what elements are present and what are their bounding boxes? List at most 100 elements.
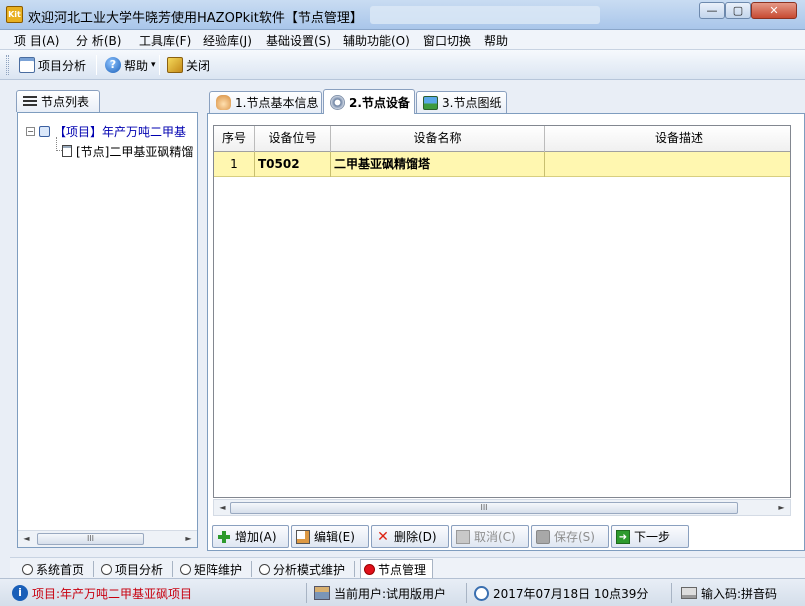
radio-icon [259, 563, 270, 575]
tree-root-item[interactable]: − 【项目】年产万吨二甲基 [26, 122, 186, 140]
wtab-node-management[interactable]: 节点管理 [360, 559, 434, 579]
cell-index[interactable]: 1 [214, 152, 255, 177]
radio-icon [22, 563, 33, 575]
cell-description[interactable] [545, 152, 790, 177]
close-door-icon [167, 57, 183, 73]
edit-button[interactable]: 编辑(E) [291, 525, 369, 548]
column-header-tag[interactable]: 设备位号 [255, 126, 331, 152]
collapse-icon[interactable]: − [26, 126, 35, 136]
wtab-separator [172, 561, 173, 577]
list-icon [23, 95, 37, 108]
node-tree-panel: − 【项目】年产万吨二甲基 [节点]二甲基亚砜精馏 ◄ III ► [17, 112, 198, 548]
node-list-label: 节点列表 [41, 95, 90, 109]
tab-node-drawings[interactable]: 3.节点图纸 [416, 91, 507, 113]
wtab-separator [354, 561, 355, 577]
column-header-name[interactable]: 设备名称 [331, 126, 545, 152]
wtab-label: 矩阵维护 [194, 562, 243, 577]
toolbar-separator [159, 55, 160, 75]
table-row[interactable]: 1 T0502 二甲基亚砜精馏塔 [214, 152, 790, 177]
next-arrow-icon: ➜ [616, 529, 630, 544]
tab-label: 1.节点基本信息 [235, 96, 319, 110]
wtab-label: 节点管理 [378, 563, 427, 577]
tab-label: 3.节点图纸 [442, 96, 502, 110]
scroll-thumb[interactable]: III [230, 502, 738, 514]
next-step-button[interactable]: ➜ 下一步 [611, 525, 689, 548]
table-horizontal-scrollbar[interactable]: ◄ III ► [213, 499, 791, 516]
wtab-project-analysis[interactable]: 项目分析 [101, 560, 163, 578]
maximize-button[interactable]: ▢ [725, 2, 751, 19]
project-analysis-button[interactable]: 项目分析 [16, 54, 89, 76]
wtab-system-home[interactable]: 系统首页 [22, 560, 84, 578]
delete-icon: ✕ [377, 528, 389, 545]
tree-child-item[interactable]: [节点]二甲基亚砜精馏 [62, 142, 193, 160]
scroll-left-icon[interactable]: ◄ [18, 531, 35, 547]
user-icon [314, 586, 330, 600]
minimize-button[interactable]: — [699, 2, 725, 19]
left-tabstrip: 节点列表 [14, 90, 198, 112]
tree-horizontal-scrollbar[interactable]: ◄ III ► [18, 530, 197, 547]
keyboard-icon [681, 587, 697, 599]
scroll-right-icon[interactable]: ► [180, 531, 197, 547]
node-document-icon [62, 145, 72, 157]
menu-analysis[interactable]: 分 析(B) [76, 32, 121, 49]
app-logo-icon: Kit [6, 6, 23, 23]
clock-icon [474, 585, 489, 601]
edit-label: 编辑(E) [314, 530, 355, 544]
menu-basic-settings[interactable]: 基础设置(S) [266, 32, 331, 49]
close-window-button[interactable]: ✕ [751, 2, 797, 19]
save-button[interactable]: 保存(S) [531, 525, 609, 548]
save-label: 保存(S) [554, 530, 595, 544]
tab-node-list[interactable]: 节点列表 [16, 90, 100, 112]
status-input-method: 输入码:拼音码 [681, 584, 777, 602]
wtab-label: 项目分析 [115, 562, 164, 577]
wtab-analysis-mode[interactable]: 分析模式维护 [259, 560, 345, 578]
cell-tag[interactable]: T0502 [255, 152, 331, 177]
menu-experience-library[interactable]: 经验库(J) [203, 32, 252, 49]
add-button[interactable]: 增加(A) [212, 525, 289, 548]
edit-icon [296, 529, 310, 544]
radio-selected-icon [364, 564, 375, 575]
wtab-matrix-maintenance[interactable]: 矩阵维护 [180, 560, 242, 578]
wtab-separator [93, 561, 94, 577]
help-button[interactable]: ? 帮助 ▾ [102, 54, 159, 76]
tree-connector [56, 137, 57, 151]
tab-node-equipment[interactable]: 2.节点设备 [323, 89, 415, 114]
wtab-label: 分析模式维护 [273, 562, 346, 577]
radio-icon [101, 563, 112, 575]
title-bar-blur [370, 6, 600, 24]
tree-root-label: 【项目】年产万吨二甲基 [54, 124, 187, 139]
status-input-method-text: 输入码:拼音码 [701, 586, 778, 601]
toolbar-grip[interactable] [6, 55, 9, 75]
toolbar: 项目分析 ? 帮助 ▾ 关闭 [0, 50, 805, 80]
add-label: 增加(A) [235, 530, 277, 544]
title-bar: Kit 欢迎河北工业大学牛晓芳使用HAZOPkit软件【节点管理】 — ▢ ✕ [0, 0, 805, 30]
close-button[interactable]: 关闭 [164, 54, 213, 76]
delete-button[interactable]: ✕ 删除(D) [371, 525, 449, 548]
menu-bar: 项 目(A) 分 析(B) 工具库(F) 经验库(J) 基础设置(S) 辅助功能… [0, 30, 805, 50]
scroll-left-icon[interactable]: ◄ [214, 500, 231, 516]
window-title: 欢迎河北工业大学牛晓芳使用HAZOPkit软件【节点管理】 [28, 11, 363, 26]
cancel-button[interactable]: 取消(C) [451, 525, 529, 548]
menu-auxiliary[interactable]: 辅助功能(O) [343, 32, 410, 49]
project-node-icon [39, 125, 50, 137]
column-header-index[interactable]: 序号 [214, 126, 255, 152]
menu-window-switch[interactable]: 窗口切换 [423, 32, 471, 49]
radio-icon [180, 563, 191, 575]
scroll-thumb[interactable]: III [37, 533, 144, 545]
menu-help[interactable]: 帮助 [484, 32, 508, 49]
tab-node-basic-info[interactable]: 1.节点基本信息 [209, 91, 322, 113]
status-datetime-text: 2017年07月18日 10点39分 [493, 586, 649, 601]
status-project: i 项目:年产万吨二甲基亚砜项目 [12, 584, 192, 602]
document-icon [19, 57, 35, 73]
close-label: 关闭 [186, 58, 211, 73]
menu-tool-library[interactable]: 工具库(F) [139, 32, 191, 49]
menu-project[interactable]: 项 目(A) [14, 32, 59, 49]
dropdown-arrow-icon: ▾ [151, 60, 156, 70]
project-analysis-label: 项目分析 [38, 58, 87, 73]
cell-name[interactable]: 二甲基亚砜精馏塔 [331, 152, 545, 177]
status-separator [466, 583, 467, 603]
column-header-description[interactable]: 设备描述 [545, 126, 790, 152]
scroll-right-icon[interactable]: ► [773, 500, 790, 516]
equipment-table: 序号 设备位号 设备名称 设备描述 1 T0502 二甲基亚砜精馏塔 [213, 125, 791, 498]
window-tab-bar: 系统首页 项目分析 矩阵维护 分析模式维护 节点管理 [10, 557, 805, 579]
